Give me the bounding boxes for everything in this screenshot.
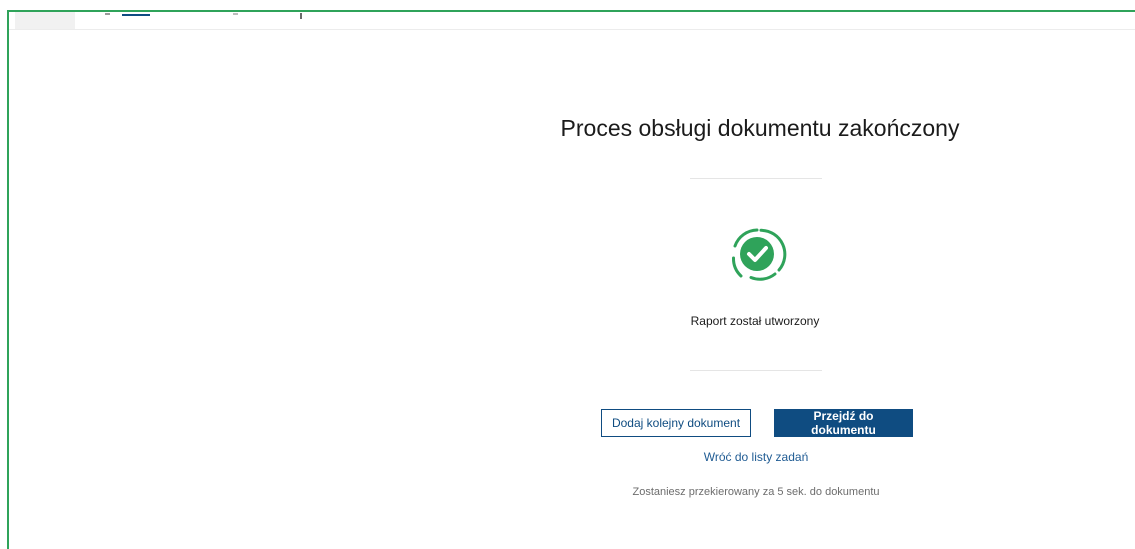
status-message: Raport został utworzony (690, 314, 820, 328)
nav-tab-placeholder[interactable] (15, 12, 75, 29)
nav-separator (105, 13, 110, 15)
back-to-task-list-link[interactable]: Wróć do listy zadań (656, 450, 856, 464)
page-frame (7, 10, 1135, 549)
page-title: Proces obsługi dokumentu zakończony (560, 115, 960, 141)
nav-separator (233, 13, 238, 15)
go-to-document-button[interactable]: Przejdź do dokumentu (774, 409, 913, 437)
divider-top (690, 178, 822, 179)
check-circle-icon (721, 218, 793, 290)
divider-bottom (690, 370, 822, 371)
active-tab-indicator (122, 14, 150, 16)
redirect-note: Zostaniesz przekierowany za 5 sek. do do… (632, 486, 880, 498)
top-navigation-strip (9, 12, 1135, 30)
nav-separator (300, 13, 302, 19)
add-another-document-button[interactable]: Dodaj kolejny dokument (601, 409, 751, 437)
